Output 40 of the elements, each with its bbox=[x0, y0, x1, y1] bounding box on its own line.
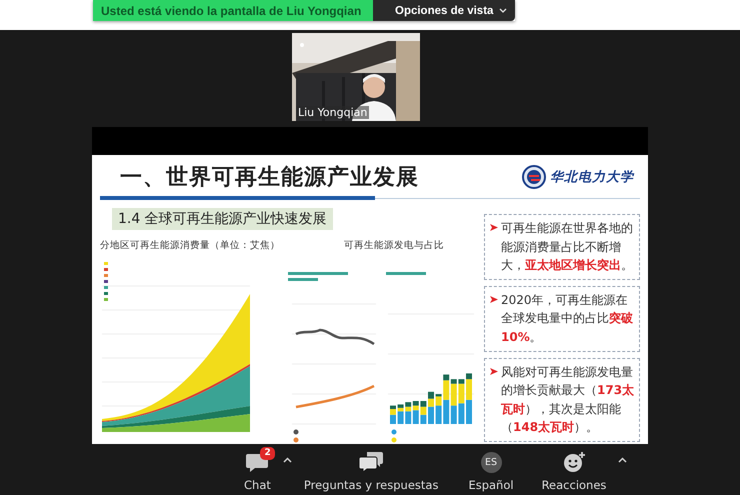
key-point-text: 2020年，可再生能源在全球发电量中的占比突破10%。 bbox=[501, 292, 634, 346]
legend-swatch bbox=[104, 292, 108, 295]
chart-title: 可再生能源发电与占比 bbox=[344, 239, 444, 252]
participant-name: Liu Yongqian bbox=[296, 106, 370, 119]
legend-swatch bbox=[104, 298, 108, 301]
sharing-banner: Usted está viendo la pantalla de Liu Yongqian bbox=[93, 0, 373, 21]
speech-bubbles-icon bbox=[359, 452, 384, 472]
university-emblem-icon bbox=[522, 164, 546, 188]
caret-icon[interactable] bbox=[618, 457, 628, 463]
bullet-arrow-icon bbox=[490, 296, 498, 303]
bullet-arrow-icon bbox=[490, 224, 498, 231]
reactions-button[interactable]: Reacciones bbox=[538, 448, 610, 495]
q-and-a-button[interactable]: Preguntas y respuestas bbox=[300, 448, 442, 495]
section-heading: 1.4 全球可再生能源产业快速发展 bbox=[112, 208, 333, 230]
stacked-bar bbox=[390, 406, 396, 424]
key-point-text: 风能对可再生能源发电量的增长贡献最大（173太瓦时），其次是太阳能（148太瓦时）。 bbox=[501, 364, 635, 436]
legend-swatch bbox=[104, 280, 108, 283]
chevron-down-icon bbox=[499, 8, 508, 13]
legend-swatch bbox=[104, 274, 108, 277]
unread-count-badge: 2 bbox=[260, 447, 275, 460]
bullet-arrow-icon bbox=[490, 368, 498, 375]
caret-icon[interactable] bbox=[282, 457, 292, 463]
language-button[interactable]: ES Español bbox=[464, 448, 518, 495]
legend-swatch bbox=[104, 286, 108, 289]
language-code: ES bbox=[480, 452, 502, 472]
legend-dot bbox=[392, 438, 396, 442]
key-point-text: 可再生能源在世界各地的能源消费量占比不断增大，亚太地区增长突出。 bbox=[501, 220, 634, 274]
chart-title: 分地区可再生能源消费量（单位：艾焦） bbox=[100, 239, 280, 252]
legend-swatch bbox=[104, 268, 108, 271]
view-options-button[interactable]: Opciones de vista bbox=[373, 0, 516, 21]
legend-dot bbox=[294, 430, 298, 434]
university-name: 华北电力大学 bbox=[550, 168, 634, 186]
legend-dot bbox=[294, 438, 298, 442]
legend-swatch bbox=[104, 262, 108, 265]
chat-button[interactable]: 2 Chat bbox=[240, 448, 275, 495]
stacked-bar bbox=[466, 373, 472, 424]
slide-title: 一、世界可再生能源产业发展 bbox=[120, 164, 419, 192]
smiley-plus-icon bbox=[562, 452, 585, 472]
stacked-bar bbox=[428, 392, 434, 424]
legend-dot bbox=[392, 430, 396, 434]
